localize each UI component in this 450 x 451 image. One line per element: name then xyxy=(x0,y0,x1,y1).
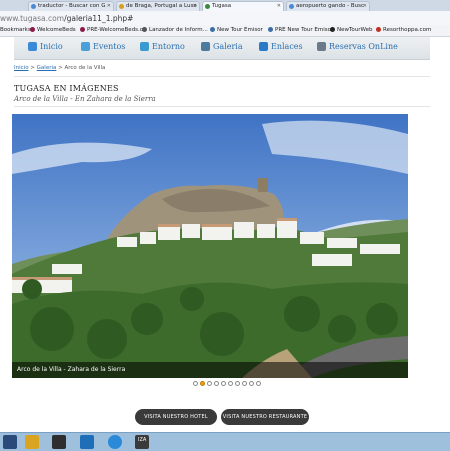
bookmark-label: WelcomeBeds xyxy=(37,27,76,33)
bookmarks-bar: Bookmarks WelcomeBeds PRE-WelcomeBeds.c … xyxy=(0,25,450,37)
bookmark-icon xyxy=(142,27,147,32)
close-icon[interactable]: ✕ xyxy=(107,2,111,11)
breadcrumb-home-link[interactable]: Inicio xyxy=(14,65,29,71)
nav-item-reservas[interactable]: Reservas OnLine xyxy=(317,42,398,51)
gallery-photo: Arco de la Villa - Zahara de la Sierra xyxy=(12,114,408,378)
bookmark-label: NewTourWeb xyxy=(337,27,373,33)
nav-label: Enlaces xyxy=(271,42,303,51)
environment-icon xyxy=(140,42,149,51)
links-icon xyxy=(259,42,268,51)
slider-dot[interactable] xyxy=(242,381,247,386)
bookmark-icon xyxy=(210,27,215,32)
bookmark-item[interactable]: PRE New Tour Emisor xyxy=(268,27,333,33)
browser-tab-bar: traductor - Buscar con G ✕ de Braga, Por… xyxy=(0,0,450,11)
bookmark-label: Lanzador de Inform... xyxy=(149,27,208,33)
slider-dot[interactable] xyxy=(249,381,254,386)
bookmark-icon xyxy=(268,27,273,32)
tab-favicon-icon xyxy=(205,4,210,9)
slider-dot[interactable] xyxy=(221,381,226,386)
close-icon[interactable]: ✕ xyxy=(277,2,281,11)
photo-caption: Arco de la Villa - Zahara de la Sierra xyxy=(12,362,408,378)
skype-icon[interactable] xyxy=(108,435,122,449)
photo-image xyxy=(12,114,408,378)
windows-start-icon[interactable] xyxy=(3,435,17,449)
url-path: /galeria11_1.php# xyxy=(64,14,134,23)
browser-tab[interactable]: aeropuerto gando - Busc ✕ xyxy=(286,1,370,11)
visit-hotel-button[interactable]: VISITA NUESTRO HOTEL xyxy=(135,409,217,425)
browser-tab[interactable]: traductor - Buscar con G ✕ xyxy=(28,1,114,11)
nav-label: Inicio xyxy=(40,42,63,51)
nav-item-inicio[interactable]: Inicio xyxy=(28,42,63,51)
page-title: TUGASA EN IMÁGENES xyxy=(14,84,119,93)
bookmark-icon xyxy=(330,27,335,32)
taskbar: IZA xyxy=(0,432,450,451)
tab-label: aeropuerto gando - Busc xyxy=(296,3,364,9)
folder-icon[interactable] xyxy=(25,435,39,449)
gallery-icon xyxy=(201,42,210,51)
bookmark-item[interactable]: WelcomeBeds xyxy=(30,27,76,33)
browser-tab[interactable]: de Braga, Portugal a Luso ✕ xyxy=(116,1,200,11)
tab-favicon-icon xyxy=(289,4,294,9)
breadcrumb-gallery-link[interactable]: Galeria xyxy=(37,65,57,71)
tab-label: traductor - Buscar con G xyxy=(38,3,106,9)
close-icon[interactable]: ✕ xyxy=(193,2,197,11)
bookmark-item[interactable]: Lanzador de Inform... xyxy=(142,27,208,33)
home-icon xyxy=(28,42,37,51)
browser-tab-active[interactable]: Tugasa ✕ xyxy=(202,1,284,11)
slider-dot[interactable] xyxy=(235,381,240,386)
bookmarks-label[interactable]: Bookmarks xyxy=(0,27,31,33)
tab-label: de Braga, Portugal a Luso xyxy=(126,3,197,9)
nav-item-entorno[interactable]: Entorno xyxy=(140,42,185,51)
breadcrumb-separator: > xyxy=(28,65,37,71)
close-icon[interactable]: ✕ xyxy=(363,2,367,11)
media-icon[interactable] xyxy=(52,435,66,449)
breadcrumb-current: Arco de la Villa xyxy=(64,65,106,71)
divider xyxy=(14,76,430,77)
slider-dot[interactable] xyxy=(228,381,233,386)
bookmark-item[interactable]: NewTourWeb xyxy=(330,27,373,33)
tab-label: Tugasa xyxy=(212,3,232,9)
nav-label: Entorno xyxy=(152,42,185,51)
address-bar[interactable]: www.tugasa.com/galeria11_1.php# xyxy=(0,11,450,26)
nav-item-eventos[interactable]: Eventos xyxy=(81,42,125,51)
nav-item-galeria[interactable]: Galeria xyxy=(201,42,243,51)
slider-dots xyxy=(193,381,263,387)
slider-dot[interactable] xyxy=(200,381,205,386)
slider-dot[interactable] xyxy=(193,381,198,386)
outlook-icon[interactable] xyxy=(80,435,94,449)
bookmark-label: PRE-WelcomeBeds.c xyxy=(87,27,143,33)
bookmark-label: PRE New Tour Emisor xyxy=(275,27,334,33)
nav-item-enlaces[interactable]: Enlaces xyxy=(259,42,303,51)
bookmark-icon xyxy=(30,27,35,32)
slider-dot[interactable] xyxy=(256,381,261,386)
bookmark-item[interactable]: New Tour Emisor xyxy=(210,27,263,33)
events-icon xyxy=(81,42,90,51)
tab-favicon-icon xyxy=(31,4,36,9)
bookmark-item[interactable]: PRE-WelcomeBeds.c xyxy=(80,27,143,33)
url-host: www.tugasa.com xyxy=(0,14,65,23)
nav-label: Galeria xyxy=(213,42,243,51)
divider xyxy=(14,106,430,107)
breadcrumb-separator: > xyxy=(56,65,65,71)
bookmark-icon xyxy=(80,27,85,32)
url-text[interactable]: www.tugasa.com/galeria11_1.php# xyxy=(0,14,133,23)
breadcrumb: Inicio > Galeria > Arco de la Villa xyxy=(14,65,105,71)
slider-dot[interactable] xyxy=(214,381,219,386)
slider-dot[interactable] xyxy=(207,381,212,386)
visit-restaurant-button[interactable]: VISITA NUESTRO RESTAURANTE xyxy=(221,409,309,425)
nav-label: Eventos xyxy=(93,42,126,51)
bookmark-label: Resorthoppa.com xyxy=(383,27,432,33)
bookmark-item[interactable]: Resorthoppa.com xyxy=(376,27,431,33)
taskbar-app-label: IZA xyxy=(138,437,147,443)
site-nav: Inicio Eventos Entorno Galeria Enlaces R… xyxy=(14,37,430,60)
nav-label: Reservas OnLine xyxy=(329,42,398,51)
reservations-icon xyxy=(317,42,326,51)
tab-favicon-icon xyxy=(119,4,124,9)
page-subtitle: Arco de la Villa - En Zahara de la Sierr… xyxy=(14,95,156,103)
bookmark-icon xyxy=(376,27,381,32)
bookmark-label: New Tour Emisor xyxy=(217,27,263,33)
